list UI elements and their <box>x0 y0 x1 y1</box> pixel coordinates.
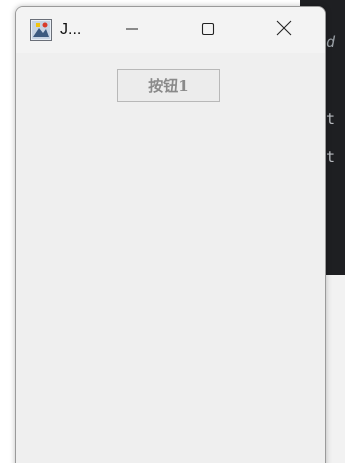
window-content: 按钮1 <box>16 53 325 463</box>
minimize-button[interactable] <box>109 7 155 53</box>
button-1[interactable]: 按钮1 <box>117 69 220 102</box>
desktop: d t t J... 按钮1 <box>0 0 345 463</box>
app-window: J... 按钮1 <box>15 6 326 463</box>
editor-text: t <box>326 148 336 166</box>
close-button[interactable] <box>261 7 307 53</box>
maximize-button[interactable] <box>185 7 231 53</box>
minimize-icon <box>125 21 139 40</box>
close-icon <box>276 20 292 40</box>
window-title: J... <box>60 21 82 38</box>
java-app-icon <box>30 19 52 41</box>
editor-text: d <box>326 33 336 51</box>
editor-text: t <box>326 110 336 128</box>
maximize-icon <box>201 21 215 40</box>
title-bar[interactable]: J... <box>16 7 325 53</box>
